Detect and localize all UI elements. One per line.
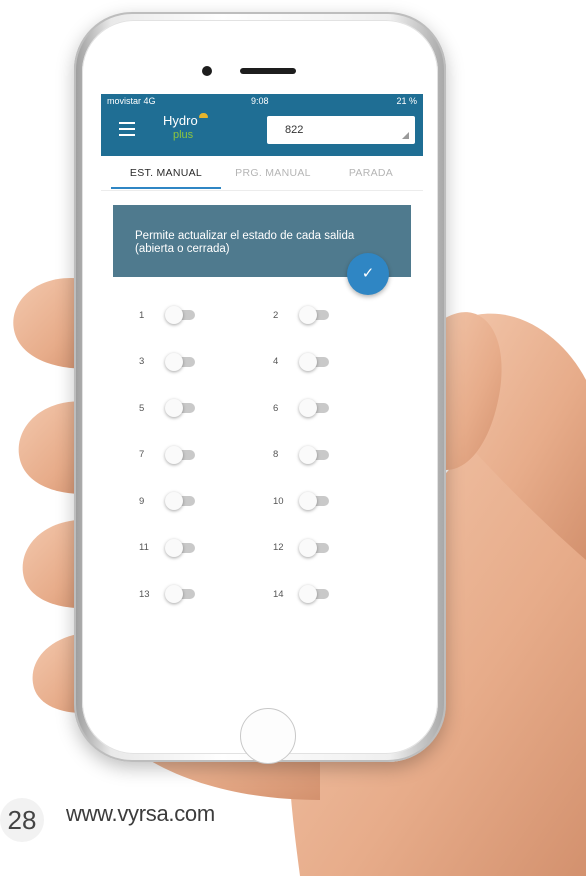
output-row: 5	[139, 397, 203, 419]
output-toggle[interactable]	[297, 351, 337, 373]
toggle-knob	[165, 492, 183, 510]
toggle-knob	[165, 445, 183, 464]
output-toggle[interactable]	[163, 397, 203, 419]
output-row: 14	[273, 583, 337, 605]
output-toggle[interactable]	[163, 583, 203, 605]
check-icon: ✓	[361, 265, 375, 282]
output-row: 12	[273, 537, 337, 559]
info-banner-text: Permite actualizar el estado de cada sal…	[135, 230, 355, 255]
status-time: 9:08	[251, 96, 269, 106]
output-toggle[interactable]	[163, 351, 203, 373]
output-row: 2	[273, 304, 337, 326]
tab-parada[interactable]: PARADA	[331, 156, 411, 190]
active-tab-indicator	[111, 187, 221, 189]
output-label: 6	[273, 402, 279, 414]
toggle-knob	[165, 538, 183, 557]
output-toggle[interactable]	[297, 444, 337, 466]
page-number: 28	[0, 798, 44, 842]
earpiece-speaker	[240, 68, 296, 74]
front-camera	[202, 66, 212, 76]
toggle-knob	[165, 306, 183, 324]
output-label: 9	[139, 495, 145, 507]
toggle-knob	[165, 352, 183, 371]
toggle-knob	[299, 492, 317, 510]
output-row: 3	[139, 351, 203, 373]
output-row: 4	[273, 351, 337, 373]
output-row: 7	[139, 444, 203, 466]
output-toggle[interactable]	[163, 537, 203, 559]
output-label: 13	[139, 588, 150, 600]
website-link[interactable]: www.vyrsa.com	[66, 801, 215, 827]
output-label: 11	[139, 542, 149, 553]
output-toggle[interactable]	[297, 537, 337, 559]
toggle-knob	[299, 445, 317, 464]
output-row: 9	[139, 490, 203, 512]
tab-bar: EST. MANUAL PRG. MANUAL PARADA	[101, 156, 423, 191]
toggle-knob	[299, 538, 317, 557]
logo-drop-icon	[199, 113, 208, 118]
toggle-knob	[299, 306, 317, 324]
output-row: 11	[139, 537, 203, 559]
status-carrier: movistar 4G	[107, 96, 156, 106]
device-select-value: 822	[285, 124, 304, 136]
toggle-knob	[299, 352, 317, 371]
status-battery: 21 %	[396, 96, 417, 106]
output-row: 1	[139, 304, 203, 326]
output-label: 14	[273, 588, 284, 600]
output-toggle[interactable]	[297, 304, 337, 326]
menu-icon[interactable]	[119, 122, 135, 136]
output-toggle[interactable]	[163, 490, 203, 512]
output-label: 3	[139, 356, 145, 367]
app-screen: movistar 4G 9:08 21 % Hydro plus 822 EST…	[101, 94, 423, 668]
output-row: 13	[139, 583, 203, 605]
output-row: 6	[273, 397, 337, 419]
output-toggle[interactable]	[297, 397, 337, 419]
app-logo: Hydro plus	[163, 113, 208, 142]
output-label: 10	[273, 495, 284, 507]
output-label: 2	[273, 309, 279, 321]
confirm-button[interactable]: ✓	[347, 253, 389, 295]
logo-sub-text: plus	[173, 129, 194, 141]
dropdown-arrow-icon	[402, 132, 409, 139]
toggle-knob	[165, 399, 183, 417]
output-row: 8	[273, 444, 337, 466]
tab-est-manual[interactable]: EST. MANUAL	[111, 156, 221, 190]
output-row: 10	[273, 490, 337, 512]
output-label: 4	[273, 356, 279, 367]
output-toggle[interactable]	[163, 444, 203, 466]
output-label: 1	[139, 309, 145, 321]
output-label: 7	[139, 449, 145, 460]
outputs-grid: 1 2 3 4 5 6 7 8 9 10 11 12 13 14	[101, 304, 423, 624]
output-toggle[interactable]	[163, 304, 203, 326]
logo-main-text: Hydro	[163, 113, 198, 128]
output-toggle[interactable]	[297, 490, 337, 512]
output-label: 5	[139, 402, 145, 414]
output-label: 12	[273, 542, 284, 553]
device-select[interactable]: 822	[267, 116, 415, 144]
toggle-knob	[165, 585, 183, 603]
status-bar: movistar 4G 9:08 21 %	[101, 94, 423, 108]
home-button[interactable]	[240, 708, 296, 764]
tab-prg-manual[interactable]: PRG. MANUAL	[223, 156, 323, 190]
app-bar: Hydro plus 822	[101, 108, 423, 156]
output-toggle[interactable]	[297, 583, 337, 605]
output-label: 8	[273, 449, 279, 460]
toggle-knob	[299, 399, 317, 417]
toggle-knob	[299, 585, 317, 603]
